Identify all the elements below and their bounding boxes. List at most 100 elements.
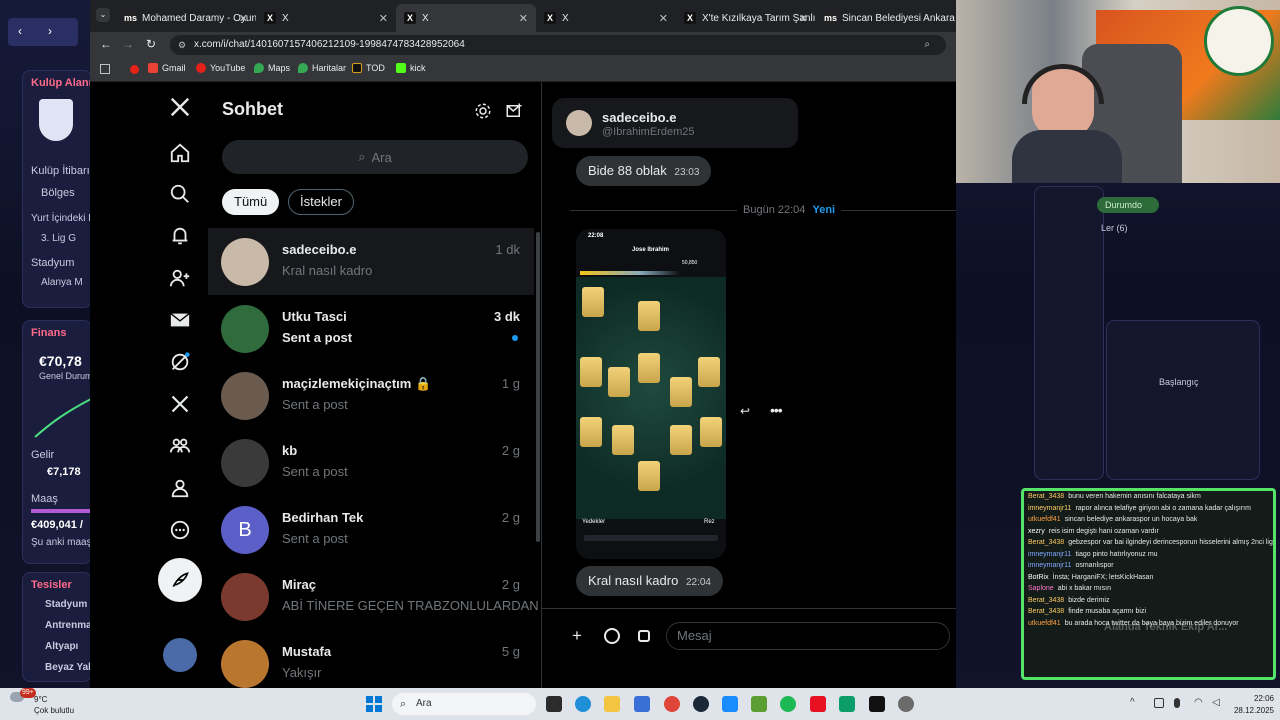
close-icon[interactable]: ✕ [519,12,528,25]
app-icon[interactable] [898,696,914,712]
tab-search-icon[interactable]: ⌄ [96,8,110,22]
task-view-icon[interactable] [546,696,562,712]
apps-grid-icon[interactable] [100,64,110,74]
youtube-shortcut-icon[interactable] [130,65,139,74]
facility-item[interactable]: Altyapı [45,641,78,652]
communities-icon[interactable] [160,431,200,461]
browser-tab[interactable]: X X'te Kızılkaya Tarım Şanlı ✕ [676,4,816,32]
premium-x-icon[interactable] [160,389,200,419]
bookmark-kick[interactable]: kick [396,63,426,73]
forward-icon[interactable]: → [122,37,134,51]
clock[interactable]: 22:06 28.12.2025 [1214,694,1274,715]
notifications-bell-icon[interactable] [160,221,200,251]
react-icon[interactable]: ↩ [740,404,750,418]
app-icon[interactable] [869,696,885,712]
close-icon[interactable]: ✕ [659,12,668,25]
message-input[interactable]: Mesaj [666,622,950,650]
grok-icon[interactable] [160,347,200,377]
bookmark-tod[interactable]: TOD [352,63,385,73]
chat-header-card[interactable]: sadeceibo.e @IbrahimErdem25 [552,98,798,148]
spotify-icon[interactable] [780,696,796,712]
filter-requests-tab[interactable]: İstekler [288,189,354,215]
more-options-icon[interactable]: ••• [770,402,783,418]
app-icon[interactable] [839,696,855,712]
taskbar-search-input[interactable]: ⌕ Ara [392,693,536,715]
microphone-icon[interactable] [1174,698,1180,708]
browser-tab[interactable]: X X ✕ [536,4,676,32]
account-avatar[interactable] [163,638,197,672]
x-logo-icon[interactable] [160,92,200,122]
new-message-icon[interactable] [505,102,523,120]
back-arrow-icon[interactable]: ‹ [18,24,22,38]
browser-tab[interactable]: ms Sincan Belediyesi Ankara [816,4,956,32]
messages-mail-icon[interactable] [160,305,200,335]
game-nav-buttons[interactable]: ‹ › [8,18,78,46]
tray-app-icon[interactable] [1154,698,1164,708]
compose-post-button[interactable] [158,558,202,602]
search-input[interactable]: ⌕ Ara [222,140,528,174]
conversation-row[interactable]: kb Sent a post 2 g [208,429,534,496]
browser-window: ⌄ ms Mohamed Daramy - Oyun ✕ X X ✕ X X ✕ X X ✕ X… [90,0,956,688]
settings-gear-icon[interactable] [474,102,492,120]
image-attachment[interactable]: 22:08 Jose Ibrahim 50,850 Yedekler Rez [576,229,726,559]
gif-icon[interactable] [638,630,650,642]
conversation-row[interactable]: sadeceibo.e Kral nasıl kadro 1 dk [208,228,534,295]
emoji-icon[interactable] [604,628,620,644]
weather-icon[interactable]: 99+ [10,688,36,708]
conversation-row[interactable]: B Bedirhan Tek Sent a post 2 g [208,496,534,563]
address-bar[interactable]: ⚙ x.com/i/chat/1401607157406212109-19984… [170,35,946,55]
conversation-row[interactable]: Mustafa Yakışır 5 g [208,630,534,688]
browser-tab[interactable]: ms Mohamed Daramy - Oyun ✕ [116,4,256,32]
bookmark-maps[interactable]: Maps [254,63,290,73]
zoom-icon[interactable]: ⌕ [924,35,930,55]
minecraft-icon[interactable] [751,696,767,712]
conversation-row[interactable]: Utku Tasci Sent a post 3 dk [208,295,534,362]
conversation-time: 2 g [501,510,520,525]
edge-icon[interactable] [575,696,591,712]
bookmark-gmail[interactable]: Gmail [148,63,186,73]
search-icon[interactable] [160,179,200,209]
list-scrollbar[interactable] [536,232,540,542]
browser-tab[interactable]: X X ✕ [256,4,396,32]
store-icon[interactable] [634,696,650,712]
more-circle-icon[interactable] [160,515,200,545]
income-label: Gelir [31,449,55,461]
facility-item[interactable]: Beyaz Yak [45,662,94,673]
follow-people-icon[interactable] [160,263,200,293]
home-icon[interactable] [160,138,200,168]
shot-player: Jose Ibrahim [632,247,670,253]
close-icon[interactable]: ✕ [379,12,388,25]
bookmark-youtube[interactable]: YouTube [196,63,245,73]
close-icon[interactable]: ✕ [799,12,808,25]
browser-tab-active[interactable]: X X ✕ [396,4,536,32]
conversation-row[interactable]: maçizlemekiçinaçtım 🔒 Sent a post 1 g [208,362,534,429]
profile-icon[interactable] [160,473,200,503]
message-bubble[interactable]: Kral nasıl kadro 22:04 [576,566,723,596]
site-info-icon[interactable]: ⚙ [178,35,186,55]
tray-chevron-icon[interactable]: ^ [1130,697,1135,708]
bookmark-haritalar[interactable]: Haritalar [298,63,346,73]
conversation-list: Sohbet ⌕ Ara Tümü İstekler sadeceibo.e Kra… [208,82,542,688]
add-attachment-icon[interactable]: + [572,626,582,646]
attachment-tabbar [584,535,718,541]
filter-all-tab[interactable]: Tümü [222,189,280,215]
network-icon[interactable]: ◠ [1194,697,1203,708]
tab-favicon-icon: ms [824,12,838,24]
message-bubble[interactable]: Bide 88 oblak 23:03 [576,156,712,186]
steam-icon[interactable] [693,696,709,712]
file-explorer-icon[interactable] [604,696,620,712]
close-icon[interactable]: ✕ [239,12,248,25]
facility-item[interactable]: Stadyum [45,599,87,610]
back-icon[interactable]: ← [100,37,112,51]
chrome-icon[interactable] [664,696,680,712]
bookmark-label: Maps [268,63,291,73]
conversation-row[interactable]: Miraç ABİ TİNERE GEÇEN TRABZONLULARDAN 2 g [208,563,539,630]
app-icon[interactable] [810,696,826,712]
conversation-name: Bedirhan Tek [282,510,364,525]
windows-start-icon[interactable] [366,696,382,712]
app-icon[interactable] [722,696,738,712]
forward-arrow-icon[interactable]: › [48,24,52,38]
income-value: €7,178 [47,466,81,478]
facility-item[interactable]: Antrenma [45,620,92,631]
reload-icon[interactable]: ↻ [146,37,156,51]
